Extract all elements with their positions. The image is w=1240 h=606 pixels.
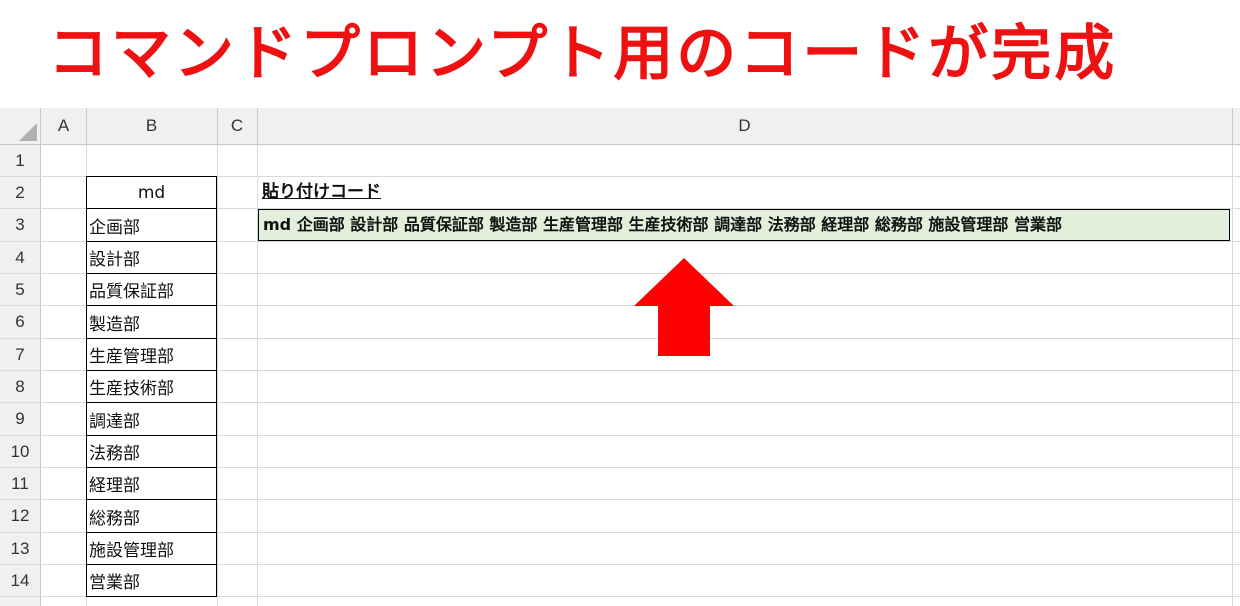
cell-b5[interactable]: 品質保証部 <box>86 274 217 305</box>
up-arrow-icon <box>634 258 734 356</box>
cell-b12[interactable]: 総務部 <box>86 500 217 532</box>
row-header-14[interactable]: 14 <box>0 565 40 596</box>
cell-b13[interactable]: 施設管理部 <box>86 533 217 564</box>
row-header-6[interactable]: 6 <box>0 306 40 338</box>
row-header-4[interactable]: 4 <box>0 242 40 273</box>
cell-b9[interactable]: 調達部 <box>86 403 217 435</box>
column-header-b[interactable]: B <box>86 108 217 144</box>
column-header-a[interactable]: A <box>41 108 86 144</box>
row-header-9[interactable]: 9 <box>0 403 40 435</box>
select-all-button[interactable] <box>0 108 40 144</box>
row-header-7[interactable]: 7 <box>0 339 40 370</box>
select-all-triangle-icon <box>19 123 37 141</box>
row-header-5[interactable]: 5 <box>0 274 40 305</box>
row-header-12[interactable]: 12 <box>0 500 40 532</box>
spreadsheet-grid[interactable]: A B C D 1 2 3 4 5 6 7 8 9 10 11 12 13 14… <box>0 108 1240 606</box>
cell-d2-paste-code-label[interactable]: 貼り付けコード <box>262 178 381 206</box>
cell-d3-command-code[interactable]: md 企画部 設計部 品質保証部 製造部 生産管理部 生産技術部 調達部 法務部… <box>258 209 1230 241</box>
cell-b3[interactable]: 企画部 <box>86 209 217 241</box>
row-header-8[interactable]: 8 <box>0 371 40 402</box>
cell-b2[interactable]: md <box>86 177 217 208</box>
row-header-11[interactable]: 11 <box>0 468 40 499</box>
column-header-c[interactable]: C <box>217 108 257 144</box>
headline-title: コマンドプロンプト用のコードが完成 <box>48 19 1118 89</box>
row-header-2[interactable]: 2 <box>0 177 40 208</box>
cell-b10[interactable]: 法務部 <box>86 436 217 467</box>
cell-b8[interactable]: 生産技術部 <box>86 371 217 402</box>
row-header-10[interactable]: 10 <box>0 436 40 467</box>
cell-b6[interactable]: 製造部 <box>86 306 217 338</box>
row-header-3[interactable]: 3 <box>0 209 40 241</box>
cell-b7[interactable]: 生産管理部 <box>86 339 217 370</box>
row-header-1[interactable]: 1 <box>0 145 40 176</box>
cell-b11[interactable]: 経理部 <box>86 468 217 499</box>
cell-b4[interactable]: 設計部 <box>86 242 217 273</box>
column-header-d[interactable]: D <box>257 108 1232 144</box>
cell-b14[interactable]: 営業部 <box>86 565 217 596</box>
row-header-13[interactable]: 13 <box>0 533 40 564</box>
